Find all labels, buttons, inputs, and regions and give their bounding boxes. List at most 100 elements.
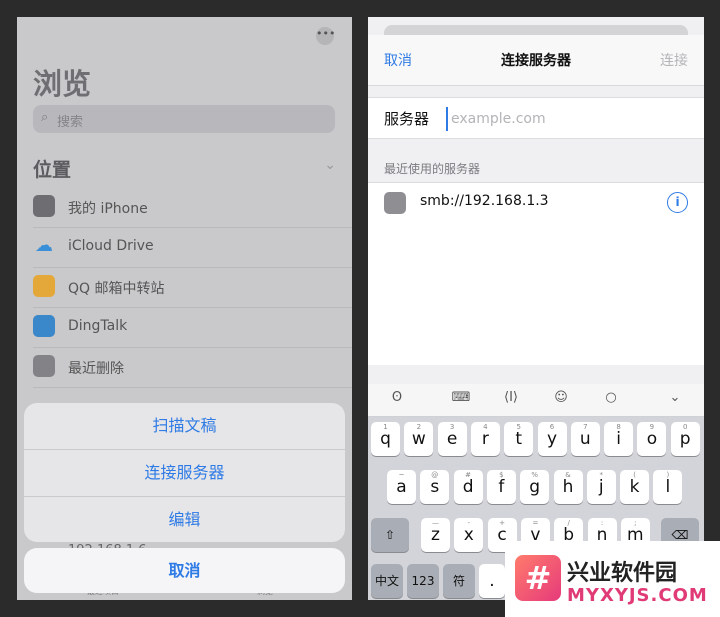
- location-label: 最近删除: [68, 361, 124, 377]
- key-label: e: [446, 429, 458, 449]
- key-f[interactable]: $ f: [486, 470, 516, 504]
- connect-server-panel: 连接服务器 取消 连接 服务器 最近使用的服务器 smb://192.168.1…: [368, 17, 704, 600]
- key-label: k: [629, 477, 640, 497]
- key-label: x: [463, 525, 474, 545]
- key-g[interactable]: % g: [520, 470, 550, 504]
- location-label: DingTalk: [68, 318, 128, 334]
- key-label: u: [579, 429, 591, 449]
- search-icon: ⌕: [41, 110, 49, 125]
- location-label: 我的 iPhone: [68, 201, 148, 217]
- nav-cancel-button[interactable]: 取消: [384, 50, 412, 70]
- key-secondary-label: %: [531, 471, 539, 479]
- key-k[interactable]: (k: [620, 470, 650, 504]
- symbols-key[interactable]: 符: [443, 564, 475, 598]
- server-field-label: 服务器: [384, 110, 430, 128]
- cancel-button[interactable]: 取消: [24, 548, 345, 593]
- key-label: .: [489, 571, 495, 591]
- location-item-recently-deleted[interactable]: 最近删除: [33, 347, 352, 388]
- location-label: QQ 邮箱中转站: [68, 281, 165, 297]
- key-secondary-label: /: [567, 519, 570, 527]
- key-o[interactable]: 9o: [637, 422, 667, 456]
- key-label: f: [498, 477, 505, 497]
- server-globe-icon: [384, 192, 406, 214]
- key-secondary-label: =: [532, 519, 539, 527]
- key-label: z: [431, 525, 440, 545]
- site-logo-icon: #: [515, 555, 561, 601]
- recent-server-item[interactable]: smb://192.168.1.3 i: [368, 182, 704, 224]
- location-item-icloud[interactable]: ☁ iCloud Drive: [33, 227, 352, 268]
- key-label: ⌫: [671, 528, 689, 542]
- chevron-down-icon[interactable]: ⌄: [324, 157, 336, 173]
- key-label: o: [646, 429, 658, 449]
- recent-server-address: smb://192.168.1.3: [420, 193, 549, 209]
- nav-connect-button[interactable]: 连接: [660, 50, 688, 70]
- key-secondary-label: 5: [516, 423, 521, 431]
- key-secondary-label: 9: [649, 423, 655, 431]
- location-item-qq-mail[interactable]: QQ 邮箱中转站: [33, 267, 352, 308]
- key-x[interactable]: -x: [454, 518, 484, 552]
- keyboard-toolbar: ʘ ⌨ ⟨I⟩ ☺ ○ ⌄: [368, 384, 704, 417]
- key-label: y: [546, 429, 558, 449]
- location-item-dingtalk[interactable]: DingTalk: [33, 307, 352, 348]
- cursor-move-icon[interactable]: ⟨I⟩: [498, 390, 524, 410]
- key-s[interactable]: @ s: [420, 470, 450, 504]
- scan-documents-button[interactable]: 扫描文稿: [24, 403, 345, 450]
- section-title-locations: 位置: [33, 159, 72, 181]
- dingtalk-icon: [33, 315, 55, 337]
- empty-list-area: [368, 223, 704, 365]
- key-z[interactable]: — z: [421, 518, 450, 552]
- key-label: i: [616, 429, 621, 449]
- key-l[interactable]: ) l: [653, 470, 683, 504]
- key-r[interactable]: 4r: [470, 422, 500, 456]
- key-label: g: [529, 477, 541, 497]
- key-secondary-label: 8: [616, 423, 621, 431]
- connect-to-server-button[interactable]: 连接服务器: [24, 450, 345, 497]
- key-y[interactable]: 6y: [537, 422, 567, 456]
- emoji-icon[interactable]: ☺: [548, 390, 574, 410]
- server-address-input[interactable]: [446, 107, 693, 131]
- key-secondary-label: ;: [634, 519, 637, 527]
- key-w[interactable]: 2w: [404, 422, 434, 456]
- key-a[interactable]: ~ a: [387, 470, 416, 504]
- key-period[interactable]: .: [479, 564, 505, 598]
- edit-button[interactable]: 编辑: [24, 497, 345, 542]
- key-p[interactable]: 0p: [670, 422, 700, 456]
- key-j[interactable]: * j: [586, 470, 616, 504]
- key-secondary-label: 0: [682, 423, 688, 431]
- key-label: ⇧: [384, 528, 396, 542]
- info-icon[interactable]: i: [667, 192, 688, 213]
- key-d[interactable]: # d: [453, 470, 483, 504]
- numbers-key[interactable]: 123: [407, 564, 439, 598]
- ime-logo-icon[interactable]: ʘ: [384, 390, 410, 410]
- key-secondary-label: #: [465, 471, 472, 479]
- key-q[interactable]: 1q: [371, 422, 400, 456]
- chinese-key[interactable]: 中文: [371, 564, 403, 598]
- location-item-iphone[interactable]: 我的 iPhone: [33, 187, 352, 228]
- more-icon[interactable]: •••: [316, 27, 335, 45]
- key-h[interactable]: & h: [553, 470, 583, 504]
- key-secondary-label: &: [565, 471, 571, 479]
- key-label: j: [598, 477, 604, 497]
- key-label: s: [430, 477, 440, 497]
- key-label: t: [515, 429, 523, 449]
- keyboard-layout-icon[interactable]: ⌨: [448, 390, 474, 410]
- key-u[interactable]: 7u: [570, 422, 600, 456]
- mail-icon: [33, 275, 55, 297]
- key-secondary-label: 2: [416, 423, 422, 431]
- page-title: 浏览: [33, 67, 92, 101]
- key-secondary-label: ): [666, 471, 670, 479]
- search-input[interactable]: ⌕ 搜索: [33, 105, 335, 133]
- action-sheet: 扫描文稿 连接服务器 编辑: [24, 403, 345, 542]
- search-icon[interactable]: ○: [598, 390, 624, 410]
- key-e[interactable]: 3e: [437, 422, 467, 456]
- key-secondary-label: 3: [449, 423, 455, 431]
- key-i[interactable]: 8i: [604, 422, 634, 456]
- hide-keyboard-icon[interactable]: ⌄: [662, 390, 688, 410]
- key-label: d: [462, 477, 474, 497]
- key-secondary-label: 1: [383, 423, 388, 431]
- recent-servers-header: 最近使用的服务器: [384, 162, 481, 176]
- shift-key[interactable]: ⇧: [371, 518, 409, 552]
- key-t[interactable]: 5t: [504, 422, 534, 456]
- key-label: 123: [411, 574, 435, 588]
- key-label: r: [481, 429, 489, 449]
